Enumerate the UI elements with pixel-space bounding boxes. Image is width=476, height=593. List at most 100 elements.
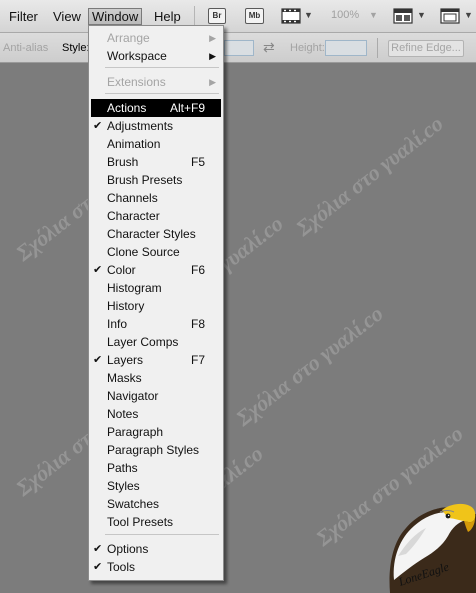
menu-item-color[interactable]: ✔ Color F6 — [91, 261, 221, 279]
menu-item-label: Extensions — [107, 75, 166, 89]
checkmark-icon: ✔ — [93, 264, 103, 276]
menu-item-notes[interactable]: Notes — [91, 405, 221, 423]
menu-separator — [105, 67, 219, 68]
menu-item-paths[interactable]: Paths — [91, 459, 221, 477]
menu-item-label: Character — [107, 209, 160, 223]
menu-item-history[interactable]: History — [91, 297, 221, 315]
swap-icon[interactable]: ⇄ — [263, 39, 275, 56]
menu-item-styles[interactable]: Styles — [91, 477, 221, 495]
menu-item-label: Tool Presets — [107, 515, 174, 529]
zoom-level[interactable]: 100% — [331, 9, 359, 21]
menu-item-brush[interactable]: Brush F5 — [91, 153, 221, 171]
menu-item-paragraph-styles[interactable]: Paragraph Styles — [91, 441, 221, 459]
menu-item-label: Adjustments — [107, 119, 174, 133]
menu-item-info[interactable]: Info F8 — [91, 315, 221, 333]
menu-item-workspace[interactable]: Workspace ▶ — [91, 47, 221, 65]
menu-item-label: Character Styles — [107, 227, 196, 241]
watermark-text: Σχόλια στο γυαλί.co — [231, 300, 388, 431]
menu-item-label: Layers — [107, 353, 144, 367]
menu-item-label: Tools — [107, 560, 136, 574]
chevron-down-icon[interactable]: ▼ — [417, 10, 426, 20]
menu-item-arrange: Arrange ▶ — [91, 29, 221, 47]
menu-item-label: Brush Presets — [107, 173, 183, 187]
height-field[interactable] — [325, 40, 367, 56]
menu-item-shortcut: Alt+F9 — [169, 101, 205, 115]
menu-item-label: Clone Source — [107, 245, 180, 259]
menu-item-label: Options — [107, 542, 149, 556]
menu-bar: Filter View Window Help Br Mb ▼ 100% ▼ ▼ — [0, 0, 476, 33]
menu-item-label: Navigator — [107, 389, 159, 403]
menu-item-options[interactable]: ✔ Options — [91, 540, 221, 558]
chevron-down-icon[interactable]: ▼ — [464, 10, 473, 20]
menu-item-label: Paths — [107, 461, 138, 475]
menu-item-adjustments[interactable]: ✔ Adjustments — [91, 117, 221, 135]
menu-item-label: Masks — [107, 371, 142, 385]
eagle-logo: LoneEagle — [389, 503, 476, 593]
menu-item-label: Histogram — [107, 281, 162, 295]
menu-item-navigator[interactable]: Navigator — [91, 387, 221, 405]
menu-item-shortcut: F5 — [190, 155, 205, 169]
menu-item-label: Info — [107, 317, 128, 331]
menu-separator — [105, 534, 219, 535]
menu-item-shortcut: F6 — [190, 263, 205, 277]
refine-edge-button[interactable]: Refine Edge... — [388, 40, 464, 57]
mini-bridge-button[interactable]: Mb — [245, 8, 264, 24]
menubar-divider — [194, 6, 195, 27]
chevron-down-icon[interactable]: ▼ — [304, 10, 313, 20]
menu-item-shortcut: F8 — [190, 317, 205, 331]
menu-item-swatches[interactable]: Swatches — [91, 495, 221, 513]
menu-view[interactable]: View — [50, 8, 84, 25]
menu-item-character[interactable]: Character — [91, 207, 221, 225]
screen-mode-icon[interactable] — [440, 8, 460, 27]
menu-item-label: Layer Comps — [107, 335, 179, 349]
menu-item-extensions: Extensions ▶ — [91, 73, 221, 91]
menu-item-label: Brush — [107, 155, 139, 169]
checkmark-icon: ✔ — [93, 354, 103, 366]
height-label: Height: — [290, 42, 325, 54]
menu-separator — [105, 93, 219, 94]
submenu-arrow-icon: ▶ — [209, 77, 216, 87]
menu-item-clone-source[interactable]: Clone Source — [91, 243, 221, 261]
checkmark-icon: ✔ — [93, 543, 103, 555]
menu-item-label: Notes — [107, 407, 139, 421]
menu-item-label: History — [107, 299, 145, 313]
menu-window[interactable]: Window — [88, 8, 143, 25]
menu-item-label: Paragraph Styles — [107, 443, 200, 457]
submenu-arrow-icon: ▶ — [209, 51, 216, 61]
anti-alias-checkbox-label[interactable]: Anti-alias — [3, 42, 48, 54]
width-field[interactable] — [224, 40, 254, 56]
style-label: Style: — [62, 42, 90, 54]
menu-filter[interactable]: Filter — [6, 8, 41, 25]
menu-item-label: Arrange — [107, 31, 150, 45]
menu-item-tool-presets[interactable]: Tool Presets — [91, 513, 221, 531]
menu-item-layer-comps[interactable]: Layer Comps — [91, 333, 221, 351]
menu-item-tools[interactable]: ✔ Tools — [91, 558, 221, 576]
options-divider — [377, 38, 378, 58]
options-bar: Anti-alias Style: ⇄ Height: Refine Edge.… — [0, 33, 476, 63]
window-menu-dropdown: Arrange ▶ Workspace ▶ Extensions ▶ Actions Alt+… — [88, 25, 224, 581]
menu-item-animation[interactable]: Animation — [91, 135, 221, 153]
film-strip-icon[interactable] — [281, 8, 301, 27]
menu-item-label: Workspace — [107, 49, 167, 63]
menu-item-actions[interactable]: Actions Alt+F9 — [91, 99, 221, 117]
menu-item-label: Channels — [107, 191, 158, 205]
menu-item-brush-presets[interactable]: Brush Presets — [91, 171, 221, 189]
menu-item-channels[interactable]: Channels — [91, 189, 221, 207]
menu-item-label: Actions — [107, 101, 147, 115]
bridge-button[interactable]: Br — [208, 8, 226, 24]
menu-item-shortcut: F7 — [190, 353, 205, 367]
checkmark-icon: ✔ — [93, 120, 103, 132]
menu-item-label: Animation — [107, 137, 161, 151]
checkmark-icon: ✔ — [93, 561, 103, 573]
watermark-text: Σχόλια στο γυαλί.co — [291, 110, 448, 241]
menu-item-layers[interactable]: ✔ Layers F7 — [91, 351, 221, 369]
arrange-documents-icon[interactable] — [393, 8, 413, 27]
menu-item-paragraph[interactable]: Paragraph — [91, 423, 221, 441]
submenu-arrow-icon: ▶ — [209, 33, 216, 43]
menu-item-label: Color — [107, 263, 136, 277]
menu-item-character-styles[interactable]: Character Styles — [91, 225, 221, 243]
menu-item-masks[interactable]: Masks — [91, 369, 221, 387]
chevron-down-icon[interactable]: ▼ — [369, 10, 378, 20]
menu-item-histogram[interactable]: Histogram — [91, 279, 221, 297]
menu-help[interactable]: Help — [151, 8, 184, 25]
